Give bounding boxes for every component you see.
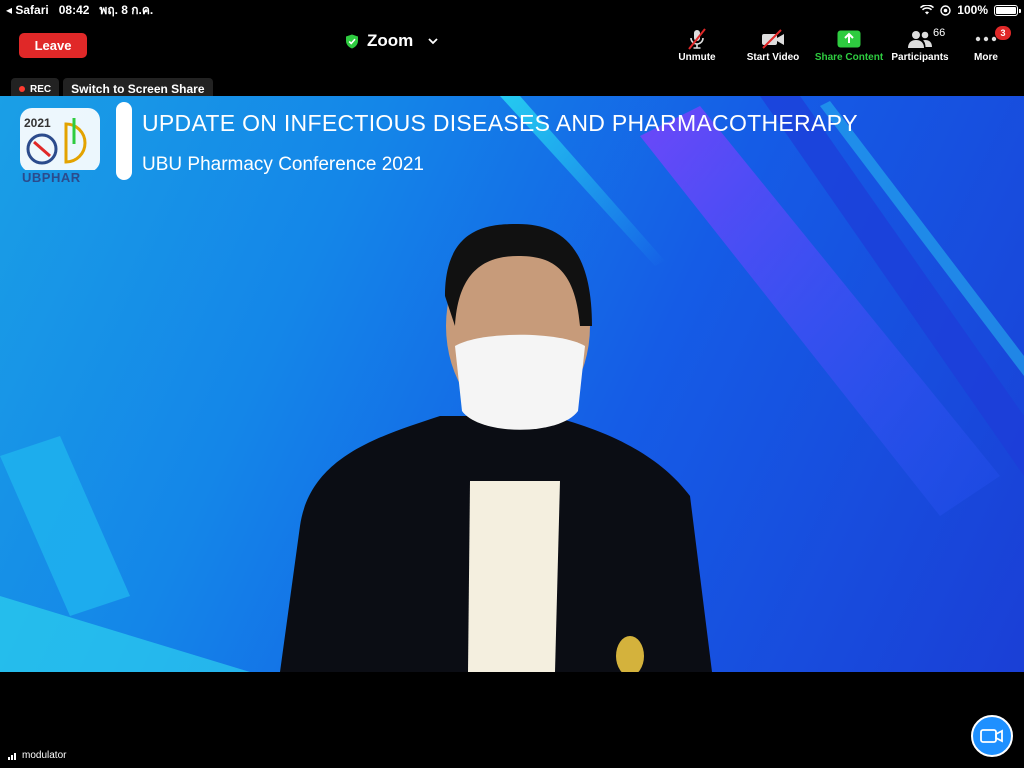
leave-button[interactable]: Leave [19, 33, 87, 58]
share-content-label: Share Content [814, 52, 884, 63]
conference-logo: 2021 UBPHAR [14, 104, 104, 186]
meeting-title-dropdown[interactable]: Zoom [345, 31, 439, 51]
clock: 08:42 [58, 3, 90, 17]
speaker-video: 2021 UBPHAR UPDATE ON INFECTIOUS DISEASE… [0, 96, 1024, 672]
more-button[interactable]: 3 More [972, 26, 1011, 63]
share-content-button[interactable]: Share Content [812, 26, 886, 63]
participants-icon [908, 31, 932, 48]
participants-label: Participants [891, 52, 949, 63]
more-label: More [974, 52, 998, 63]
participants-button[interactable]: 66 Participants [889, 26, 951, 63]
start-video-label: Start Video [746, 52, 800, 63]
meeting-toolbar: Leave Zoom Unmute Start Video Share Cont… [0, 20, 1024, 70]
chevron-down-icon [428, 38, 438, 45]
speaker-name-tag: modulator [8, 750, 66, 761]
logo-text: UBPHAR [22, 170, 81, 185]
status-bar: ◂ Safari 08:42 พฤ. 8 ก.ค. 100% [0, 0, 1024, 20]
switch-label: Switch to Screen Share [71, 82, 205, 96]
meeting-title: Zoom [367, 31, 414, 50]
share-screen-icon [837, 30, 861, 48]
background-stripes [0, 96, 1024, 672]
wifi-icon [920, 5, 935, 15]
orientation-lock-icon [940, 4, 951, 16]
date: พฤ. 8 ก.ค. [99, 2, 154, 17]
camera-toggle-button[interactable] [971, 715, 1013, 757]
record-dot-icon [19, 86, 25, 92]
back-to-app[interactable]: ◂ Safari [6, 3, 49, 17]
logo-year: 2021 [24, 116, 51, 130]
speaker-name: modulator [22, 750, 67, 761]
rec-label: REC [30, 83, 52, 95]
title-divider [116, 102, 132, 180]
unmute-label: Unmute [678, 52, 716, 63]
signal-bars-icon [8, 753, 16, 760]
back-app-label: Safari [15, 3, 49, 17]
shield-check-icon [346, 34, 358, 48]
slide-title: UPDATE ON INFECTIOUS DISEASES AND PHARMA… [142, 110, 858, 136]
participants-count: 66 [933, 27, 946, 39]
ubphar-logo-icon [20, 108, 100, 170]
battery-icon [994, 4, 1021, 16]
more-dots-icon [975, 36, 997, 42]
more-badge: 3 [995, 26, 1011, 40]
video-off-icon [762, 29, 784, 49]
video-camera-icon [980, 729, 1003, 743]
start-video-button[interactable]: Start Video [744, 26, 802, 63]
battery-percent: 100% [957, 3, 988, 17]
slide-subtitle: UBU Pharmacy Conference 2021 [142, 154, 424, 175]
microphone-muted-icon [688, 28, 706, 50]
unmute-button[interactable]: Unmute [677, 26, 717, 63]
